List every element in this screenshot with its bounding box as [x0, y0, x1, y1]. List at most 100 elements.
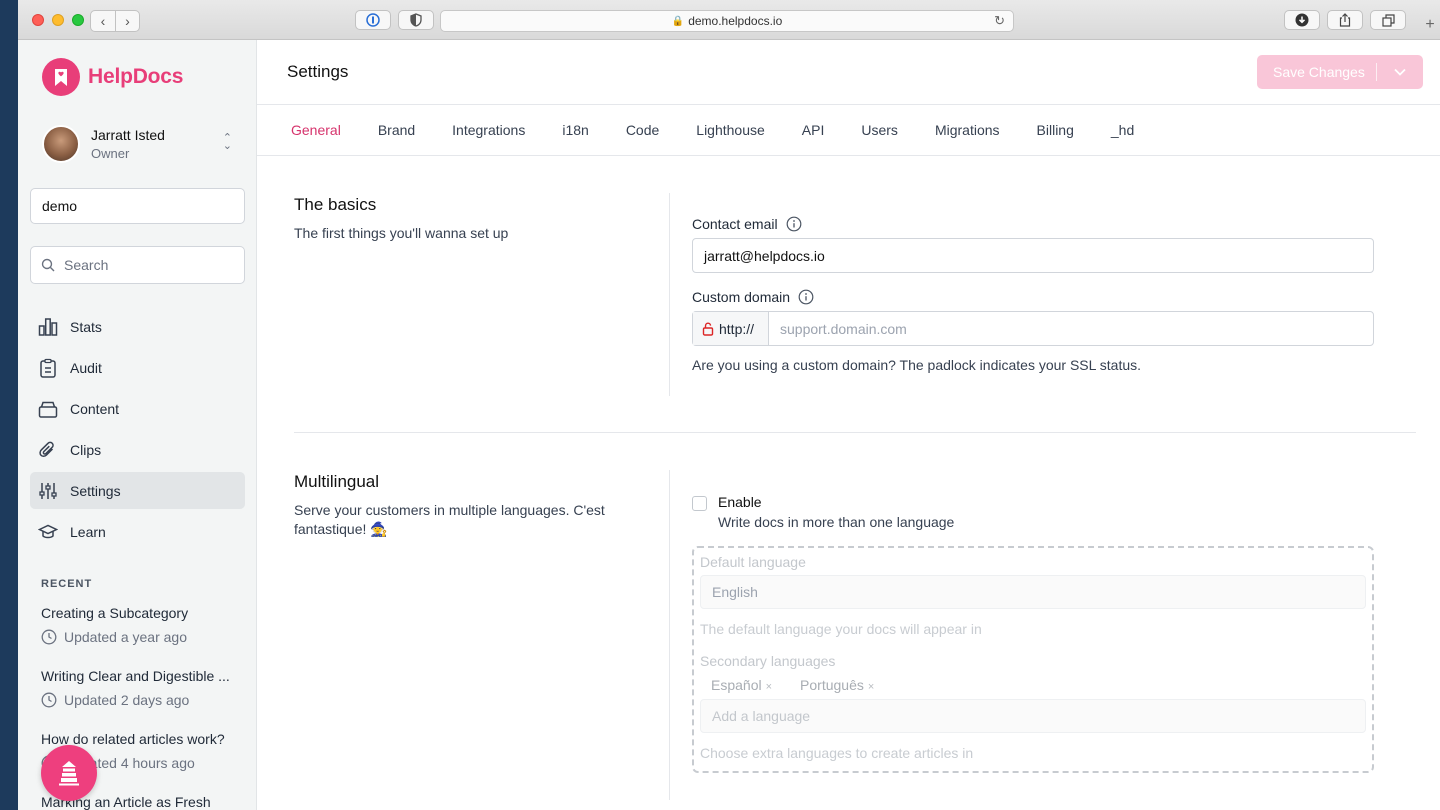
enable-label: Enable [718, 494, 762, 510]
sidebar-item-learn[interactable]: Learn [30, 513, 245, 550]
minimize-window-button[interactable] [52, 14, 64, 26]
sidebar-nav: Stats Audit Content Clips Settings Learn [30, 308, 245, 554]
tab-lighthouse[interactable]: Lighthouse [696, 122, 765, 138]
close-window-button[interactable] [32, 14, 44, 26]
section-divider [294, 432, 1416, 433]
search-input[interactable]: Search [30, 246, 245, 284]
tab-general[interactable]: General [291, 122, 341, 138]
enable-description: Write docs in more than one language [718, 514, 955, 530]
language-settings-panel: Default language English The default lan… [692, 546, 1374, 773]
contact-email-label: Contact email [692, 216, 1374, 232]
tab-hd[interactable]: _hd [1111, 122, 1134, 138]
tab-api[interactable]: API [802, 122, 825, 138]
divider [669, 470, 670, 800]
default-language-select[interactable]: English [700, 575, 1366, 609]
save-changes-button[interactable]: Save Changes [1257, 64, 1376, 80]
sidebar-item-label: Content [70, 400, 120, 417]
user-role: Owner [91, 146, 130, 161]
sidebar-item-clips[interactable]: Clips [30, 431, 245, 468]
custom-domain-label: Custom domain [692, 289, 1374, 305]
clock-icon [41, 629, 57, 645]
section-description: Serve your customers in multiple languag… [294, 502, 605, 537]
multilingual-fields: Enable Write docs in more than one langu… [692, 494, 1374, 773]
logo-mark-icon [42, 58, 80, 96]
language-tag: Português × [800, 677, 875, 693]
tab-i18n[interactable]: i18n [562, 122, 588, 138]
password-manager-button[interactable] [355, 10, 391, 30]
remove-tag-icon[interactable]: × [766, 681, 772, 693]
browser-toolbar: ‹ › 🔒 demo.helpdocs.io ↻ + [18, 0, 1440, 40]
privacy-shield-button[interactable] [398, 10, 434, 30]
enable-multilingual-row: Enable Write docs in more than one langu… [692, 494, 1374, 530]
basics-intro: The basics The first things you'll wanna… [294, 195, 634, 243]
secondary-languages-label: Secondary languages [700, 653, 836, 669]
tab-code[interactable]: Code [626, 122, 659, 138]
archive-box-icon [38, 401, 58, 418]
chevron-up-down-icon: ⌃ ⌄ [222, 132, 232, 152]
share-button[interactable] [1327, 10, 1363, 30]
page-header: Settings Save Changes [257, 40, 1440, 105]
helpdocs-logo[interactable]: HelpDocs [42, 58, 183, 96]
forward-button[interactable]: › [115, 11, 139, 31]
multilingual-section: Multilingual Serve your customers in mul… [294, 470, 1416, 810]
key-icon [366, 13, 380, 27]
brand-name: HelpDocs [88, 65, 184, 88]
section-description: The first things you'll wanna set up [294, 225, 509, 241]
account-switcher[interactable]: Jarratt Isted Owner ⌃ ⌄ [42, 125, 232, 163]
sidebar-item-label: Clips [70, 441, 102, 458]
section-title: Multilingual [294, 472, 380, 491]
reload-icon[interactable]: ↻ [994, 13, 1005, 29]
tab-billing[interactable]: Billing [1037, 122, 1074, 138]
info-icon[interactable] [786, 216, 802, 232]
save-options-button[interactable] [1377, 68, 1423, 76]
tab-migrations[interactable]: Migrations [935, 122, 1000, 138]
sidebar-item-settings[interactable]: Settings [30, 472, 245, 509]
downloads-button[interactable] [1284, 10, 1320, 30]
helpdocs-app: HelpDocs Jarratt Isted Owner ⌃ ⌄ demo Sea… [18, 40, 1440, 810]
recent-item[interactable]: Writing Clear and Digestible ... Updated… [41, 668, 236, 708]
new-tab-button[interactable]: + [1420, 16, 1440, 40]
tab-overview-button[interactable] [1370, 10, 1406, 30]
remove-tag-icon[interactable]: × [868, 681, 874, 693]
sidebar-item-label: Settings [70, 482, 121, 499]
sidebar: HelpDocs Jarratt Isted Owner ⌃ ⌄ demo Sea… [18, 40, 257, 810]
sidebar-item-label: Learn [70, 523, 106, 540]
contact-email-field[interactable]: jarratt@helpdocs.io [692, 238, 1374, 273]
tabs-icon [1381, 13, 1395, 27]
divider [669, 193, 670, 396]
recent-item[interactable]: Creating a Subcategory Updated a year ag… [41, 605, 236, 645]
paperclip-icon [39, 441, 54, 457]
tab-users[interactable]: Users [861, 122, 898, 138]
sidebar-item-content[interactable]: Content [30, 390, 245, 427]
address-bar[interactable]: 🔒 demo.helpdocs.io ↻ [440, 10, 1014, 32]
page-title: Settings [287, 62, 349, 81]
sliders-icon [39, 482, 57, 499]
custom-domain-input[interactable]: support.domain.com [769, 312, 907, 345]
sidebar-item-stats[interactable]: Stats [30, 308, 245, 345]
back-button[interactable]: ‹ [91, 11, 115, 31]
info-icon[interactable] [798, 289, 814, 305]
recent-item-meta: Updated a year ago [41, 629, 236, 645]
secondary-languages-help: Choose extra languages to create article… [700, 745, 974, 761]
sidebar-item-label: Stats [70, 318, 102, 335]
default-language-help: The default language your docs will appe… [700, 621, 982, 637]
unlocked-padlock-icon [702, 321, 714, 336]
recent-item-meta: Updated 2 days ago [41, 692, 236, 708]
clipboard-icon [40, 358, 56, 378]
user-name: Jarratt Isted [91, 127, 165, 143]
site-select-input[interactable]: demo [30, 188, 245, 224]
help-widget-button[interactable] [41, 745, 97, 801]
sidebar-item-audit[interactable]: Audit [30, 349, 245, 386]
tab-integrations[interactable]: Integrations [452, 122, 525, 138]
zoom-window-button[interactable] [72, 14, 84, 26]
tab-brand[interactable]: Brand [378, 122, 415, 138]
site-select-value: demo [42, 198, 78, 214]
recent-heading: RECENT [41, 578, 93, 590]
enable-multilingual-checkbox[interactable] [692, 496, 707, 511]
lighthouse-icon [59, 761, 79, 786]
add-language-input[interactable]: Add a language [700, 699, 1366, 733]
graduation-cap-icon [38, 524, 58, 538]
settings-tabs: General Brand Integrations i18n Code Lig… [257, 105, 1440, 156]
search-placeholder: Search [64, 257, 109, 273]
basics-section: The basics The first things you'll wanna… [294, 193, 1416, 396]
